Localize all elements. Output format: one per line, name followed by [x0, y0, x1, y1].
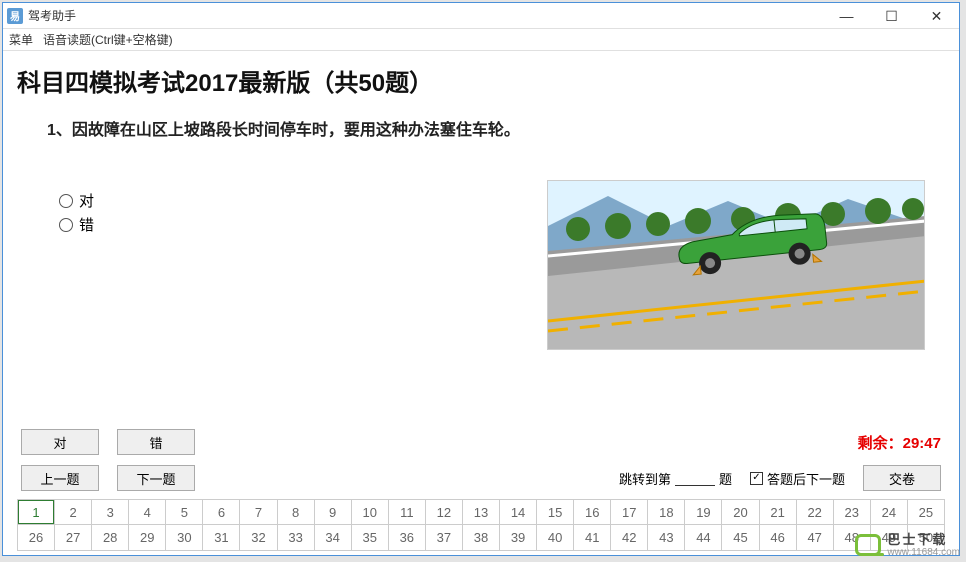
grid-cell[interactable]: 21 [760, 500, 797, 525]
grid-cell[interactable]: 46 [760, 525, 797, 550]
window-controls: — ☐ ✕ [824, 3, 959, 29]
grid-cell[interactable]: 36 [389, 525, 426, 550]
jump-suffix: 题 [719, 469, 732, 488]
jump-control: 跳转到第 题 [619, 469, 732, 488]
grid-cell[interactable]: 1 [18, 500, 55, 525]
answer-false-button[interactable]: 错 [117, 429, 195, 455]
option-true[interactable]: 对 [59, 190, 94, 211]
app-title: 驾考助手 [28, 7, 76, 24]
grid-row: 1234567891011121314151617181920212223242… [18, 500, 944, 525]
content-area: 科目四模拟考试2017最新版（共50题） 1、因故障在山区上坡路段长时间停车时，… [3, 51, 959, 555]
grid-cell[interactable]: 31 [203, 525, 240, 550]
grid-cell[interactable]: 41 [574, 525, 611, 550]
grid-cell[interactable]: 14 [500, 500, 537, 525]
grid-cell[interactable]: 50 [908, 525, 944, 550]
options-group: 对 错 [59, 190, 94, 235]
grid-cell[interactable]: 26 [18, 525, 55, 550]
question-grid: 1234567891011121314151617181920212223242… [17, 499, 945, 551]
timer: 剩余：29:47 [858, 432, 941, 453]
jump-prefix: 跳转到第 [619, 469, 671, 488]
grid-cell[interactable]: 48 [834, 525, 871, 550]
grid-cell[interactable]: 42 [611, 525, 648, 550]
grid-cell[interactable]: 3 [92, 500, 129, 525]
question-body: 对 错 [59, 180, 945, 350]
radio-icon [59, 218, 73, 232]
app-window: 易 驾考助手 — ☐ ✕ 菜单 语音读题(Ctrl键+空格键) 科目四模拟考试2… [2, 2, 960, 556]
question-image [547, 180, 925, 350]
grid-cell[interactable]: 23 [834, 500, 871, 525]
grid-cell[interactable]: 8 [278, 500, 315, 525]
page-title: 科目四模拟考试2017最新版（共50题） [17, 63, 945, 98]
menu-main[interactable]: 菜单 [9, 31, 33, 48]
grid-cell[interactable]: 47 [797, 525, 834, 550]
grid-cell[interactable]: 11 [389, 500, 426, 525]
grid-cell[interactable]: 28 [92, 525, 129, 550]
jump-input[interactable] [675, 470, 715, 486]
titlebar: 易 驾考助手 — ☐ ✕ [3, 3, 959, 29]
maximize-button[interactable]: ☐ [869, 3, 914, 29]
grid-cell[interactable]: 32 [240, 525, 277, 550]
grid-cell[interactable]: 13 [463, 500, 500, 525]
grid-cell[interactable]: 45 [722, 525, 759, 550]
grid-cell[interactable]: 10 [352, 500, 389, 525]
option-false[interactable]: 错 [59, 214, 94, 235]
grid-cell[interactable]: 30 [166, 525, 203, 550]
grid-cell[interactable]: 24 [871, 500, 908, 525]
grid-cell[interactable]: 5 [166, 500, 203, 525]
grid-cell[interactable]: 27 [55, 525, 92, 550]
grid-cell[interactable]: 9 [315, 500, 352, 525]
minimize-button[interactable]: — [824, 3, 869, 29]
grid-cell[interactable]: 35 [352, 525, 389, 550]
answer-true-button[interactable]: 对 [21, 429, 99, 455]
grid-cell[interactable]: 43 [648, 525, 685, 550]
grid-cell[interactable]: 4 [129, 500, 166, 525]
checkbox-icon: ✓ [750, 472, 763, 485]
grid-cell[interactable]: 33 [278, 525, 315, 550]
auto-next-label: 答题后下一题 [767, 469, 845, 488]
option-true-label: 对 [79, 190, 94, 211]
app-icon: 易 [7, 8, 23, 24]
menubar: 菜单 语音读题(Ctrl键+空格键) [3, 29, 959, 51]
grid-cell[interactable]: 20 [722, 500, 759, 525]
submit-button[interactable]: 交卷 [863, 465, 941, 491]
grid-cell[interactable]: 15 [537, 500, 574, 525]
grid-cell[interactable]: 38 [463, 525, 500, 550]
radio-icon [59, 194, 73, 208]
timer-label: 剩余： [858, 435, 903, 452]
option-false-label: 错 [79, 214, 94, 235]
grid-cell[interactable]: 19 [685, 500, 722, 525]
grid-cell[interactable]: 18 [648, 500, 685, 525]
grid-cell[interactable]: 29 [129, 525, 166, 550]
grid-cell[interactable]: 16 [574, 500, 611, 525]
grid-cell[interactable]: 25 [908, 500, 944, 525]
grid-cell[interactable]: 7 [240, 500, 277, 525]
grid-cell[interactable]: 22 [797, 500, 834, 525]
prev-button[interactable]: 上一题 [21, 465, 99, 491]
menu-voice[interactable]: 语音读题(Ctrl键+空格键) [43, 31, 173, 48]
timer-value: 29:47 [903, 435, 941, 452]
grid-cell[interactable]: 39 [500, 525, 537, 550]
answer-button-row: 对 错 剩余：29:47 [17, 429, 945, 455]
next-button[interactable]: 下一题 [117, 465, 195, 491]
grid-cell[interactable]: 2 [55, 500, 92, 525]
grid-cell[interactable]: 17 [611, 500, 648, 525]
grid-row: 2627282930313233343536373839404142434445… [18, 525, 944, 550]
grid-cell[interactable]: 49 [871, 525, 908, 550]
nav-row: 上一题 下一题 跳转到第 题 ✓ 答题后下一题 交卷 [17, 465, 945, 491]
grid-cell[interactable]: 40 [537, 525, 574, 550]
question-text: 1、因故障在山区上坡路段长时间停车时，要用这种办法塞住车轮。 [47, 116, 945, 140]
grid-cell[interactable]: 37 [426, 525, 463, 550]
grid-cell[interactable]: 34 [315, 525, 352, 550]
close-button[interactable]: ✕ [914, 3, 959, 29]
auto-next-checkbox[interactable]: ✓ 答题后下一题 [750, 469, 845, 488]
grid-cell[interactable]: 6 [203, 500, 240, 525]
grid-cell[interactable]: 12 [426, 500, 463, 525]
grid-cell[interactable]: 44 [685, 525, 722, 550]
